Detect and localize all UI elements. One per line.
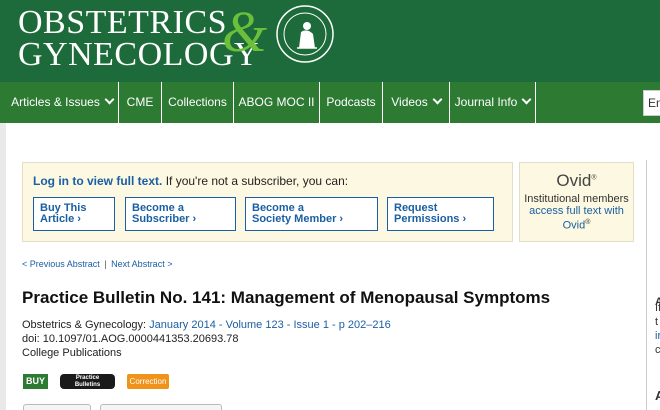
previous-abstract-link[interactable]: < Previous Abstract [22,259,100,269]
sidebar-fragment: t [655,316,659,328]
nav-articles-issues[interactable]: Articles & Issues [6,82,119,123]
nav-abog-moc[interactable]: ABOG MOC II [234,82,320,123]
page: OBSTETRICS GYNECOLOGY & Articles & Issue… [0,0,660,410]
nav-label: Podcasts [326,95,376,109]
buy-badge[interactable]: BUY [23,374,48,389]
nav-label: Videos [391,95,428,109]
journal-name: Obstetrics & Gynecology: [22,319,147,331]
become-subscriber-button[interactable]: Become a Subscriber › [125,197,236,231]
logo-ampersand: & [222,0,268,64]
separator: | [104,259,107,269]
button-line: Permissions › [394,213,467,225]
doi: doi: 10.1097/01.AOG.0000441353.20693.78 [22,333,239,345]
nav-label: ABOG MOC II [238,95,315,109]
nav-label: Journal Info [454,95,518,109]
button-line: Article › [40,213,81,225]
ovid-logo: Ovid® [556,171,597,190]
next-abstract-link[interactable]: Next Abstract > [111,259,172,269]
main-nav: Articles & Issues CME Collections ABOG M… [0,80,660,123]
chevron-down-icon [432,94,443,105]
acog-seal-icon [276,5,334,63]
right-sidebar-edge: A If t ir c A [646,160,660,410]
abstract-nav: < Previous Abstract | Next Abstract > [22,259,172,269]
search-input[interactable]: En [643,90,660,116]
login-link[interactable]: Log in to view full text. [33,174,162,188]
sidebar-fragment: ir [655,330,660,342]
button-line: Subscriber › [132,213,197,225]
issue-link[interactable]: January 2014 - Volume 123 - Issue 1 - p … [149,319,391,331]
ovid-message: Institutional members access full text w… [524,193,629,232]
practice-bulletins-badge[interactable]: Practice Bulletins [60,374,115,389]
sidebar-fragment: If [655,302,660,314]
tab-partial[interactable] [23,404,91,410]
subscriber-text: If you're not a subscriber, you can: [165,174,349,188]
nav-journal-info[interactable]: Journal Info [450,82,536,123]
chevron-down-icon [104,94,115,105]
citation-line: Obstetrics & Gynecology: January 2014 - … [22,319,391,331]
button-line: Society Member › [252,213,344,225]
nav-label: Collections [168,95,227,109]
nav-label: CME [126,95,154,109]
chevron-down-icon [521,94,532,105]
request-permissions-button[interactable]: Request Permissions › [387,197,494,231]
sidebar-fragment: c [655,344,660,356]
nav-podcasts[interactable]: Podcasts [320,82,383,123]
article-title: Practice Bulletin No. 141: Management of… [22,288,551,307]
left-gutter [0,123,6,410]
access-options-box: Log in to view full text. If you're not … [22,162,513,242]
access-message: Log in to view full text. If you're not … [33,174,348,188]
journal-header: OBSTETRICS GYNECOLOGY & [0,0,660,80]
become-member-button[interactable]: Become a Society Member › [245,197,378,231]
nav-collections[interactable]: Collections [162,82,234,123]
correction-badge[interactable]: Correction [127,374,169,389]
sidebar-fragment: A [655,388,660,403]
logo-obstetrics[interactable]: OBSTETRICS [18,6,227,40]
tab-partial[interactable] [100,404,222,410]
buy-article-button[interactable]: Buy This Article › [33,197,115,231]
ovid-access-box: Ovid® Institutional members access full … [519,162,634,242]
nav-cme[interactable]: CME [119,82,162,123]
nav-label: Articles & Issues [11,95,100,109]
publisher: College Publications [22,347,122,359]
ovid-access-link[interactable]: access full text with Ovid [529,205,624,232]
nav-videos[interactable]: Videos [383,82,450,123]
